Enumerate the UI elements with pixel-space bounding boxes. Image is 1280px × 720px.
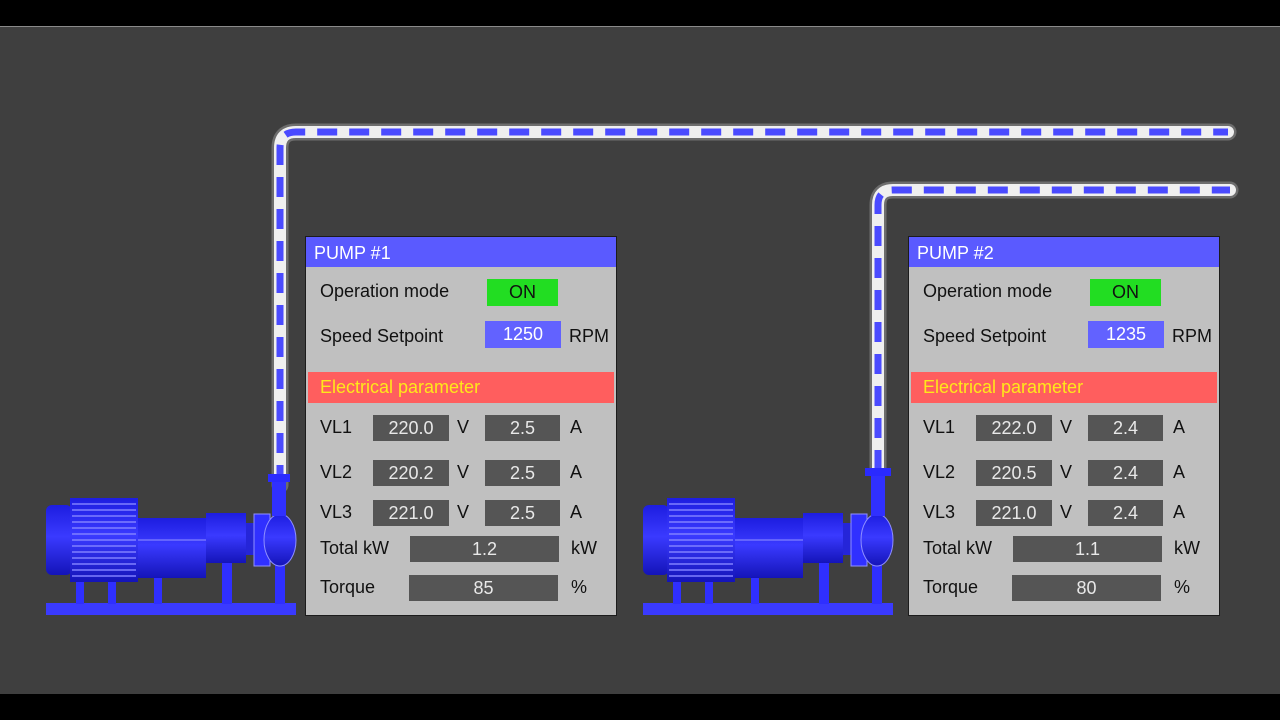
vl1-current: 2.4: [1088, 415, 1163, 441]
speed-setpoint-label: Speed Setpoint: [320, 326, 444, 346]
electrical-parameter-header: Electrical parameter: [308, 372, 614, 403]
vl3-current-unit: A: [1173, 502, 1186, 522]
total-kw-value: 1.1: [1013, 536, 1162, 562]
vl2-current: 2.5: [485, 460, 560, 486]
vl3-current: 2.5: [485, 500, 560, 526]
vl2-current: 2.4: [1088, 460, 1163, 486]
vl1-label: VL1: [923, 417, 956, 437]
total-kw-unit: kW: [1174, 538, 1200, 558]
torque-label: Torque: [923, 577, 979, 597]
torque-unit: %: [571, 577, 588, 597]
total-kw-unit: kW: [571, 538, 597, 558]
vl2-voltage: 220.5: [976, 460, 1052, 486]
operation-mode-label: Operation mode: [923, 281, 1053, 301]
pump-2-title: PUMP #2: [909, 237, 1219, 267]
vl1-current: 2.5: [485, 415, 560, 441]
vl1-label: VL1: [320, 417, 353, 437]
electrical-parameter-header: Electrical parameter: [911, 372, 1217, 403]
vl2-voltage-unit: V: [457, 462, 470, 482]
pump-1-title: PUMP #1: [306, 237, 616, 267]
vl3-label: VL3: [320, 502, 353, 522]
vl2-label: VL2: [923, 462, 956, 482]
pump-2-panel: PUMP #2 Operation mode ON Speed Setpoint…: [908, 236, 1220, 616]
operation-mode-status[interactable]: ON: [487, 279, 558, 306]
vl2-current-unit: A: [570, 462, 583, 482]
bottom-letterbox: [0, 694, 1280, 720]
torque-value: 80: [1012, 575, 1161, 601]
speed-unit: RPM: [1172, 326, 1212, 346]
vl1-voltage-unit: V: [457, 417, 470, 437]
vl3-current: 2.4: [1088, 500, 1163, 526]
vl1-current-unit: A: [1173, 417, 1186, 437]
pump-1-panel: PUMP #1 Operation mode ON Speed Setpoint…: [305, 236, 617, 616]
vl2-voltage: 220.2: [373, 460, 449, 486]
vl3-voltage-unit: V: [1060, 502, 1073, 522]
torque-value: 85: [409, 575, 558, 601]
vl2-voltage-unit: V: [1060, 462, 1073, 482]
torque-label: Torque: [320, 577, 376, 597]
speed-setpoint-input[interactable]: 1250: [485, 321, 561, 348]
pump-motor-icon: [643, 468, 894, 615]
vl3-voltage: 221.0: [976, 500, 1052, 526]
vl3-voltage: 221.0: [373, 500, 449, 526]
operation-mode-label: Operation mode: [320, 281, 450, 301]
total-kw-label: Total kW: [923, 538, 993, 558]
total-kw-value: 1.2: [410, 536, 559, 562]
vl1-voltage: 222.0: [976, 415, 1052, 441]
vl2-label: VL2: [320, 462, 353, 482]
vl1-voltage: 220.0: [373, 415, 449, 441]
vl1-current-unit: A: [570, 417, 583, 437]
vl3-voltage-unit: V: [457, 502, 470, 522]
vl2-current-unit: A: [1173, 462, 1186, 482]
total-kw-label: Total kW: [320, 538, 390, 558]
operation-mode-status[interactable]: ON: [1090, 279, 1161, 306]
speed-unit: RPM: [569, 326, 609, 346]
vl1-voltage-unit: V: [1060, 417, 1073, 437]
torque-unit: %: [1174, 577, 1191, 597]
vl3-current-unit: A: [570, 502, 583, 522]
vl3-label: VL3: [923, 502, 956, 522]
speed-setpoint-label: Speed Setpoint: [923, 326, 1047, 346]
pump-motor-icon: [46, 474, 297, 615]
speed-setpoint-input[interactable]: 1235: [1088, 321, 1164, 348]
